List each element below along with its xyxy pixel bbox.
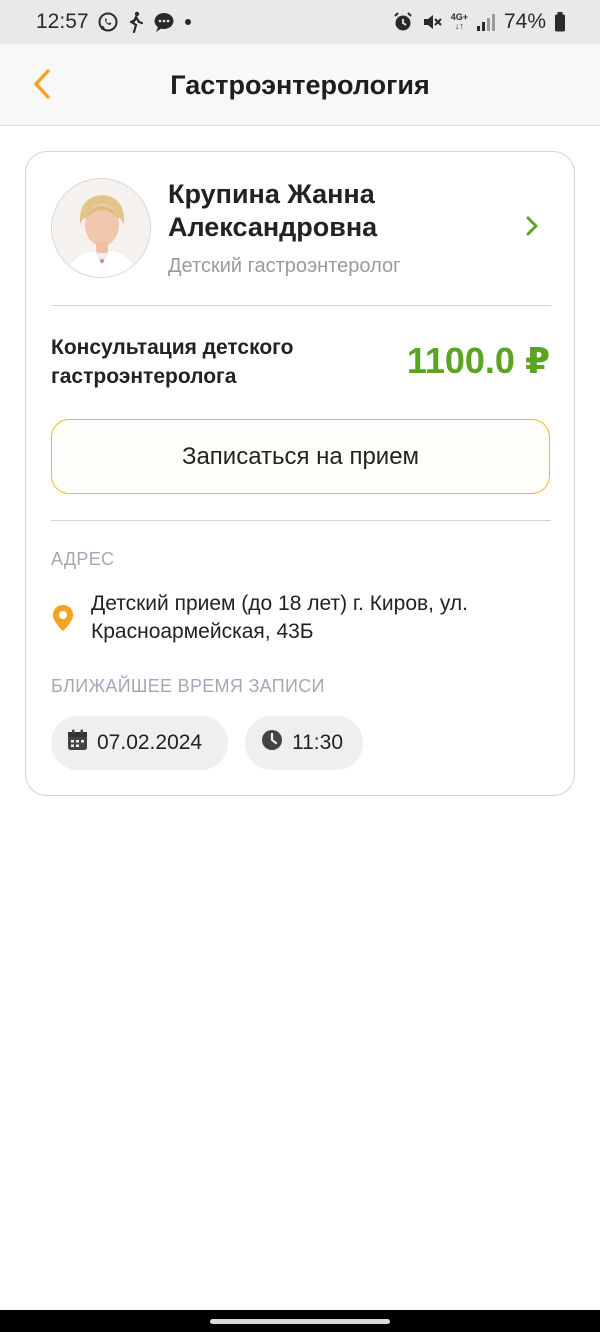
calendar-icon: [67, 729, 88, 757]
doctor-specialty: Детский гастроэнтеролог: [168, 255, 401, 277]
signal-icon: [476, 11, 496, 33]
home-gesture-handle[interactable]: [210, 1319, 390, 1324]
page-title: Гастроэнтерология: [170, 70, 430, 100]
nearest-time-label: БЛИЖАЙШЕЕ ВРЕМЯ ЗАПИСИ: [51, 676, 325, 696]
location-pin-icon: [52, 604, 74, 632]
mute-icon: [421, 11, 443, 33]
battery-icon: [554, 11, 566, 33]
status-bar: 12:57 4G+ ↓↑ 74%: [0, 0, 600, 44]
alarm-icon: [393, 11, 413, 33]
doctor-name[interactable]: Крупина Жанна Александровна: [168, 178, 488, 244]
whatsapp-icon: [97, 11, 119, 33]
system-nav-bar: [0, 1310, 600, 1332]
status-time: 12:57: [36, 10, 89, 33]
clock-icon: [261, 729, 283, 757]
address-text: Детский прием (до 18 лет) г. Киров, ул. …: [91, 592, 468, 643]
battery-percent: 74%: [503, 10, 546, 33]
address-label: АДРЕС: [51, 549, 115, 569]
service-name: Консультация детского гастроэнтеролога: [51, 336, 294, 388]
doctor-card: Крупина Жанна Александровна Детский гаст…: [25, 151, 575, 796]
divider: [51, 520, 551, 521]
dot-icon: [183, 11, 193, 33]
nearest-date: 07.02.2024: [97, 731, 203, 754]
status-bar-left: 12:57: [36, 10, 193, 34]
service-price: 1100.0 ₽: [406, 340, 550, 381]
nearest-time: 11:30: [292, 731, 343, 754]
chevron-right-icon: [525, 215, 539, 242]
doctor-details-button[interactable]: [520, 215, 544, 241]
walking-icon: [127, 11, 145, 33]
network-icon: 4G+ ↓↑: [450, 12, 468, 31]
divider: [51, 305, 551, 306]
app-bar: Гастроэнтерология: [0, 44, 600, 126]
message-icon: [153, 11, 175, 33]
doctor-avatar[interactable]: [51, 178, 151, 278]
book-appointment-button[interactable]: Записаться на прием: [51, 419, 550, 494]
nearest-date-chip[interactable]: 07.02.2024: [51, 716, 228, 770]
nearest-time-chip[interactable]: 11:30: [245, 716, 363, 770]
status-bar-right: 4G+ ↓↑ 74%: [393, 10, 566, 34]
